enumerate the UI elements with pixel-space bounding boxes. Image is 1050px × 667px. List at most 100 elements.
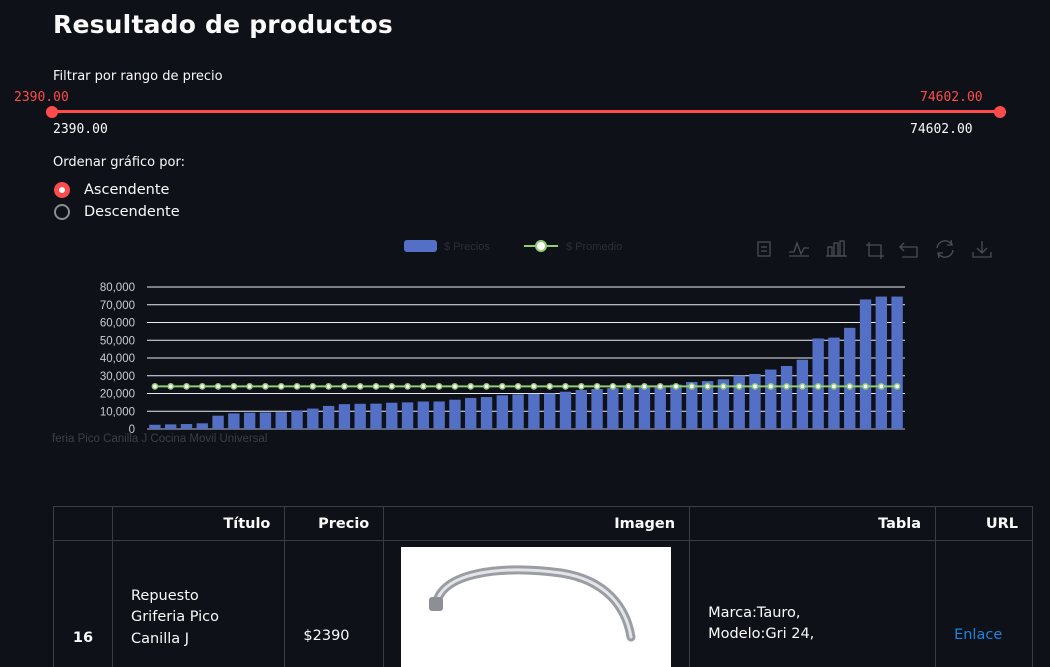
chart-bar[interactable]: [560, 392, 571, 429]
average-point[interactable]: [500, 384, 505, 389]
chart-legend[interactable]: $ Precios $ Promedio: [404, 240, 622, 253]
chart-bar[interactable]: [386, 403, 397, 429]
average-point[interactable]: [563, 384, 568, 389]
average-point[interactable]: [895, 384, 900, 389]
chart-bar[interactable]: [749, 374, 760, 429]
chart-bar[interactable]: [197, 423, 208, 429]
chart-bar[interactable]: [370, 404, 381, 429]
chart-bar[interactable]: [276, 412, 287, 429]
col-tabla-header[interactable]: Tabla: [690, 507, 936, 541]
sort-option-ascendente[interactable]: Ascendente: [54, 182, 169, 198]
chart-bar[interactable]: [418, 401, 429, 429]
col-url-header[interactable]: URL: [936, 507, 1032, 541]
average-point[interactable]: [152, 384, 157, 389]
average-point[interactable]: [263, 384, 268, 389]
legend-promedio-label[interactable]: $ Promedio: [566, 241, 622, 253]
chart-bar[interactable]: [212, 416, 223, 429]
chart-bar[interactable]: [260, 412, 271, 429]
average-point[interactable]: [437, 384, 442, 389]
legend-precios-label[interactable]: $ Precios: [444, 241, 490, 253]
price-slider-track[interactable]: [52, 110, 1000, 113]
chart-bar[interactable]: [623, 387, 634, 429]
chart-bar[interactable]: [670, 385, 681, 429]
restore-icon[interactable]: [937, 240, 953, 258]
data-view-icon[interactable]: [758, 242, 770, 256]
average-point[interactable]: [310, 384, 315, 389]
chart-bar[interactable]: [844, 328, 855, 429]
chart-bar[interactable]: [876, 297, 887, 429]
chart-bar[interactable]: [355, 404, 366, 429]
chart-bar[interactable]: [228, 413, 239, 429]
average-point[interactable]: [879, 384, 884, 389]
average-point[interactable]: [421, 384, 426, 389]
legend-promedio-marker[interactable]: [536, 241, 546, 251]
zoom-icon[interactable]: [866, 242, 884, 259]
chart-bar[interactable]: [765, 370, 776, 429]
average-point[interactable]: [279, 384, 284, 389]
download-icon[interactable]: [973, 241, 991, 257]
average-point[interactable]: [863, 384, 868, 389]
chart-bar[interactable]: [149, 425, 160, 429]
average-point[interactable]: [658, 384, 663, 389]
chart-bar[interactable]: [797, 360, 808, 429]
chart-bar[interactable]: [639, 386, 650, 429]
chart-bar[interactable]: [512, 394, 523, 429]
chart-bar[interactable]: [465, 398, 476, 429]
chart-bar[interactable]: [655, 386, 666, 429]
chart-bar[interactable]: [576, 390, 587, 429]
col-titulo-header[interactable]: Título: [112, 507, 284, 541]
chart-bar[interactable]: [181, 424, 192, 429]
chart-bar[interactable]: [544, 394, 555, 430]
average-point[interactable]: [721, 384, 726, 389]
average-point[interactable]: [689, 384, 694, 389]
average-point[interactable]: [784, 384, 789, 389]
average-point[interactable]: [216, 384, 221, 389]
average-point[interactable]: [610, 384, 615, 389]
chart-bar[interactable]: [449, 400, 460, 429]
radio-selected-icon[interactable]: [54, 182, 70, 198]
chart-bar[interactable]: [433, 401, 444, 429]
zoom-reset-icon[interactable]: [900, 243, 917, 257]
line-chart-icon[interactable]: [789, 243, 809, 256]
row-url-link[interactable]: Enlace: [954, 627, 1002, 643]
average-point[interactable]: [673, 384, 678, 389]
radio-unselected-icon[interactable]: [54, 204, 70, 220]
average-point[interactable]: [405, 384, 410, 389]
average-point[interactable]: [737, 384, 742, 389]
average-point[interactable]: [389, 384, 394, 389]
chart-bar[interactable]: [165, 424, 176, 429]
average-point[interactable]: [705, 384, 710, 389]
legend-precios-swatch[interactable]: [404, 240, 437, 252]
chart-bar[interactable]: [402, 402, 413, 429]
chart-bar[interactable]: [607, 388, 618, 429]
average-point[interactable]: [847, 384, 852, 389]
average-point[interactable]: [579, 384, 584, 389]
average-point[interactable]: [184, 384, 189, 389]
price-slider-high-handle[interactable]: [994, 106, 1006, 118]
chart-bar[interactable]: [244, 413, 255, 429]
average-point[interactable]: [547, 384, 552, 389]
col-imagen-header[interactable]: Imagen: [384, 507, 690, 541]
chart-bar[interactable]: [781, 366, 792, 429]
chart-bar[interactable]: [481, 397, 492, 429]
average-point[interactable]: [231, 384, 236, 389]
sort-option-descendente[interactable]: Descendente: [54, 204, 180, 220]
average-point[interactable]: [531, 384, 536, 389]
average-point[interactable]: [373, 384, 378, 389]
col-index-header[interactable]: [54, 507, 112, 541]
chart-bar[interactable]: [497, 395, 508, 429]
average-point[interactable]: [768, 384, 773, 389]
average-point[interactable]: [626, 384, 631, 389]
average-point[interactable]: [452, 384, 457, 389]
chart-bar[interactable]: [291, 410, 302, 429]
average-point[interactable]: [342, 384, 347, 389]
chart-bar[interactable]: [591, 389, 602, 429]
average-point[interactable]: [642, 384, 647, 389]
chart-bar[interactable]: [528, 394, 539, 429]
chart-bar[interactable]: [860, 299, 871, 429]
chart-bar[interactable]: [323, 406, 334, 429]
chart-bar[interactable]: [307, 409, 318, 429]
average-point[interactable]: [326, 384, 331, 389]
average-point[interactable]: [816, 384, 821, 389]
col-precio-header[interactable]: Precio: [285, 507, 384, 541]
